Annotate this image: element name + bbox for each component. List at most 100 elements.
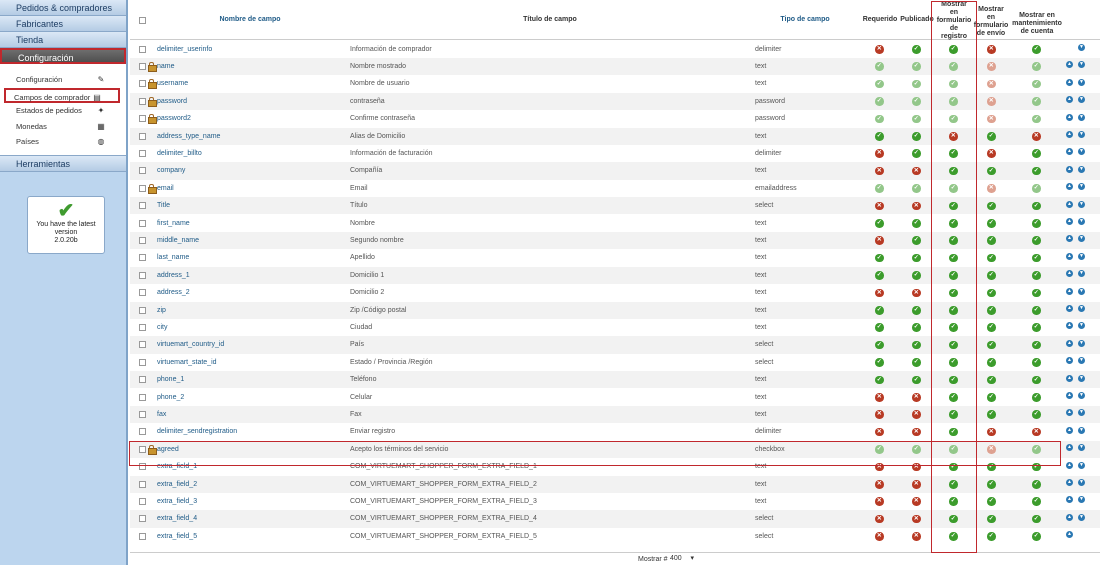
show-registration-toggle-icon[interactable]: ✓: [949, 514, 958, 524]
move-up-icon[interactable]: ▲: [1066, 218, 1073, 225]
submenu-item-1[interactable]: Configuración ✎: [4, 72, 122, 88]
move-down-icon[interactable]: ▼: [1078, 183, 1085, 191]
move-down-icon[interactable]: ▼: [1078, 218, 1085, 225]
field-name-link[interactable]: address_type_name: [157, 128, 347, 145]
submenu-item-3[interactable]: Estados de pedidos ✦: [4, 103, 122, 119]
published-toggle-icon[interactable]: ✕: [912, 427, 921, 437]
move-down-icon[interactable]: ▼: [1078, 392, 1085, 399]
field-name-link[interactable]: extra_field_4: [157, 510, 347, 527]
show-account-toggle-icon[interactable]: ✕: [1032, 427, 1041, 437]
row-checkbox[interactable]: [139, 149, 146, 157]
move-up-icon[interactable]: ▲: [1066, 252, 1073, 260]
show-registration-toggle-icon[interactable]: ✓: [949, 340, 958, 350]
move-up-icon[interactable]: ▲: [1066, 131, 1073, 138]
show-account-toggle-icon[interactable]: ✓: [1032, 480, 1041, 489]
required-toggle-icon[interactable]: ✓: [875, 306, 884, 315]
published-toggle-icon[interactable]: ✓: [912, 45, 921, 54]
show-registration-toggle-icon[interactable]: ✓: [949, 253, 958, 263]
required-toggle-icon[interactable]: ✕: [875, 514, 884, 524]
row-checkbox[interactable]: [139, 393, 146, 401]
published-toggle-icon[interactable]: ✓: [912, 236, 921, 245]
move-down-icon[interactable]: ▼: [1078, 374, 1085, 382]
menu-4[interactable]: Configuración: [0, 48, 126, 64]
published-toggle-icon[interactable]: ✕: [912, 462, 921, 472]
required-toggle-icon[interactable]: ✓: [875, 271, 884, 280]
row-checkbox[interactable]: [139, 271, 146, 279]
show-registration-toggle-icon[interactable]: ✓: [949, 410, 958, 419]
row-checkbox[interactable]: [139, 497, 146, 505]
menu-3[interactable]: Tienda: [0, 32, 126, 48]
field-name-link[interactable]: extra_field_3: [157, 493, 347, 510]
show-account-toggle-icon[interactable]: ✓: [1032, 410, 1041, 419]
submenu-item-5[interactable]: Países ◍: [4, 134, 122, 150]
published-toggle-icon[interactable]: ✓: [912, 132, 921, 141]
row-checkbox[interactable]: [139, 376, 146, 384]
published-toggle-icon[interactable]: ✕: [912, 410, 921, 419]
show-account-toggle-icon[interactable]: ✓: [1032, 393, 1041, 402]
move-down-icon[interactable]: ▼: [1078, 200, 1085, 208]
move-down-icon[interactable]: ▼: [1078, 113, 1085, 121]
required-toggle-icon[interactable]: ✕: [875, 201, 884, 211]
show-account-toggle-icon[interactable]: ✓: [1032, 236, 1041, 245]
field-name-link[interactable]: address_2: [157, 284, 347, 301]
required-toggle-icon[interactable]: ✓: [875, 253, 884, 263]
show-shipment-toggle-icon[interactable]: ✓: [987, 410, 996, 419]
move-down-icon[interactable]: ▼: [1078, 252, 1085, 260]
show-shipment-toggle-icon[interactable]: ✓: [987, 497, 996, 506]
move-up-icon[interactable]: ▲: [1066, 409, 1073, 417]
show-shipment-toggle-icon[interactable]: ✕: [987, 149, 996, 158]
show-registration-toggle-icon[interactable]: ✓: [949, 219, 958, 228]
move-up-icon[interactable]: ▲: [1066, 426, 1073, 434]
show-shipment-toggle-icon[interactable]: ✓: [987, 462, 996, 472]
show-shipment-toggle-icon[interactable]: ✓: [987, 306, 996, 315]
show-registration-toggle-icon[interactable]: ✓: [949, 532, 958, 541]
show-shipment-toggle-icon[interactable]: ✓: [987, 288, 996, 298]
published-toggle-icon[interactable]: ✕: [912, 480, 921, 489]
move-down-icon[interactable]: ▼: [1078, 461, 1085, 469]
required-toggle-icon[interactable]: ✓: [875, 132, 884, 141]
move-up-icon[interactable]: ▲: [1066, 357, 1073, 365]
move-down-icon[interactable]: ▼: [1078, 357, 1085, 365]
field-name-link[interactable]: Title: [157, 197, 347, 214]
show-shipment-toggle-icon[interactable]: ✓: [987, 166, 996, 176]
required-toggle-icon[interactable]: ✕: [875, 532, 884, 541]
move-up-icon[interactable]: ▲: [1066, 61, 1073, 69]
required-toggle-icon[interactable]: ✕: [875, 288, 884, 298]
published-toggle-icon[interactable]: ✓: [912, 358, 921, 367]
move-down-icon[interactable]: ▼: [1078, 131, 1085, 138]
field-name-link[interactable]: delimiter_sendregistration: [157, 423, 347, 440]
show-account-toggle-icon[interactable]: ✓: [1032, 149, 1041, 158]
show-registration-toggle-icon[interactable]: ✓: [949, 462, 958, 472]
field-name-link[interactable]: extra_field_1: [157, 458, 347, 475]
published-toggle-icon[interactable]: ✓: [912, 375, 921, 385]
row-checkbox[interactable]: [139, 341, 146, 349]
row-checkbox[interactable]: [139, 445, 146, 453]
move-up-icon[interactable]: ▲: [1066, 270, 1073, 278]
field-name-link[interactable]: phone_2: [157, 389, 347, 406]
required-toggle-icon[interactable]: ✕: [875, 45, 884, 54]
row-checkbox[interactable]: [139, 167, 146, 175]
row-checkbox[interactable]: [139, 428, 146, 436]
show-registration-toggle-icon[interactable]: ✓: [949, 236, 958, 245]
show-registration-toggle-icon[interactable]: ✓: [949, 166, 958, 176]
field-name-link[interactable]: delimiter_billto: [157, 145, 347, 162]
row-checkbox[interactable]: [139, 115, 146, 123]
field-name-link[interactable]: phone_1: [157, 371, 347, 388]
row-checkbox[interactable]: [139, 62, 146, 70]
required-toggle-icon[interactable]: ✕: [875, 462, 884, 472]
move-up-icon[interactable]: ▲: [1066, 235, 1073, 243]
move-up-icon[interactable]: ▲: [1066, 392, 1073, 399]
show-account-toggle-icon[interactable]: ✓: [1032, 306, 1041, 315]
field-name-link[interactable]: extra_field_2: [157, 476, 347, 493]
move-up-icon[interactable]: ▲: [1066, 322, 1073, 330]
move-up-icon[interactable]: ▲: [1066, 479, 1073, 486]
row-checkbox[interactable]: [139, 97, 146, 105]
show-shipment-toggle-icon[interactable]: ✓: [987, 358, 996, 367]
move-up-icon[interactable]: ▲: [1066, 200, 1073, 208]
required-toggle-icon[interactable]: ✕: [875, 166, 884, 176]
published-toggle-icon[interactable]: ✓: [912, 219, 921, 228]
move-up-icon[interactable]: ▲: [1066, 183, 1073, 191]
required-toggle-icon[interactable]: ✕: [875, 497, 884, 506]
move-down-icon[interactable]: ▼: [1078, 148, 1085, 156]
show-account-toggle-icon[interactable]: ✓: [1032, 219, 1041, 228]
